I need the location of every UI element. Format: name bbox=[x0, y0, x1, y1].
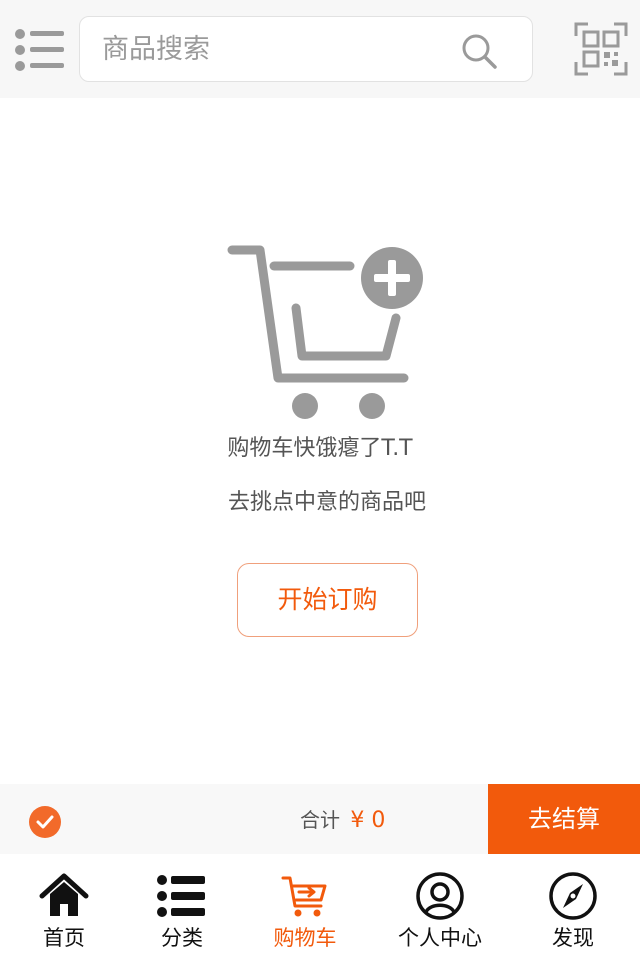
tab-cart-label: 购物车 bbox=[273, 926, 337, 950]
search-input[interactable]: 商品搜索 bbox=[79, 16, 533, 82]
cart-icon bbox=[281, 876, 327, 917]
select-all-checkbox[interactable] bbox=[29, 806, 61, 838]
tab-home[interactable]: 首页 bbox=[0, 854, 128, 960]
list-menu-icon[interactable] bbox=[14, 26, 66, 74]
check-icon bbox=[36, 815, 54, 829]
start-ordering-button[interactable]: 开始订购 bbox=[237, 563, 418, 637]
home-icon bbox=[39, 873, 89, 916]
search-placeholder: 商品搜索 bbox=[102, 34, 210, 65]
tab-category-label: 分类 bbox=[161, 926, 203, 950]
checkout-bar: 合计 ¥ 0 去结算 bbox=[0, 784, 640, 854]
total-label: 合计 bbox=[300, 808, 340, 832]
compass-icon bbox=[549, 872, 597, 920]
tab-cart[interactable]: 购物车 bbox=[241, 854, 369, 960]
qr-scan-icon[interactable] bbox=[574, 22, 628, 76]
tab-category[interactable]: 分类 bbox=[118, 854, 246, 960]
empty-cart-hint: 去挑点中意的商品吧 bbox=[227, 490, 426, 515]
cart-add-icon bbox=[227, 245, 423, 419]
top-bar: 商品搜索 bbox=[0, 0, 640, 98]
category-list-icon bbox=[157, 875, 205, 917]
user-center-icon bbox=[416, 872, 464, 920]
tab-user-center[interactable]: 个人中心 bbox=[376, 854, 504, 960]
tab-home-label: 首页 bbox=[43, 926, 85, 950]
empty-cart-message: 购物车快饿瘪了T.T bbox=[227, 436, 413, 461]
tab-discover[interactable]: 发现 bbox=[509, 854, 637, 960]
cart-total: 合计 ¥ 0 bbox=[300, 784, 385, 857]
checkout-button[interactable]: 去结算 bbox=[488, 784, 640, 854]
bottom-tab-bar: 首页 分类 购物车 个人中心 发现 bbox=[0, 854, 640, 960]
tab-user-center-label: 个人中心 bbox=[398, 926, 482, 950]
search-icon[interactable] bbox=[460, 32, 498, 70]
tab-discover-label: 发现 bbox=[552, 926, 594, 950]
total-amount: ¥ 0 bbox=[350, 808, 386, 833]
